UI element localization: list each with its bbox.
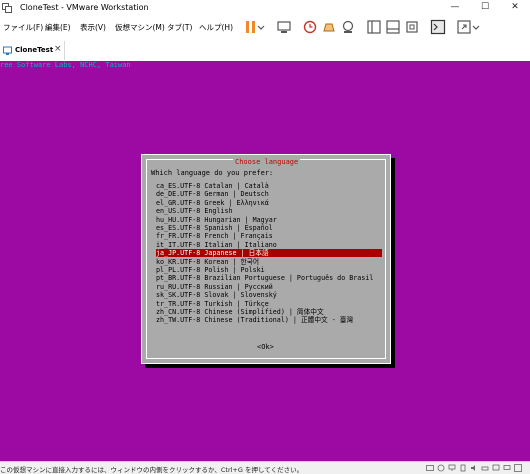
cd-drive-icon[interactable] (437, 464, 445, 472)
show-library-icon[interactable] (366, 19, 382, 35)
dialog-frame: Choose language Which language do you pr… (146, 158, 386, 359)
message-icon[interactable] (503, 464, 511, 472)
hard-disk-icon[interactable] (426, 464, 434, 472)
language-option[interactable]: es_ES.UTF-8 Spanish | Español (156, 224, 382, 232)
language-option[interactable]: ru_RU.UTF-8 Russian | Русский (156, 283, 382, 291)
language-option[interactable]: ko_KR.UTF-8 Korean | 한국어 (156, 258, 382, 266)
status-bar: この仮想マシンに直接入力するには、ウィンドウの内側をクリックするか、Ctrl+G… (0, 461, 530, 474)
language-option[interactable]: zh_TW.UTF-8 Chinese (Traditional) | 正體中文… (156, 316, 382, 324)
display-icon[interactable] (492, 464, 500, 472)
vmware-logo-icon (2, 3, 12, 13)
menu-bar: ファイル(F) 編集(E) 表示(V) 仮想マシン(M) タブ(T) ヘルプ(H… (0, 16, 530, 38)
language-option[interactable]: ca_ES.UTF-8 Catalan | Català (156, 182, 382, 190)
fullscreen-icon[interactable] (404, 19, 420, 35)
vm-icon (3, 46, 12, 55)
tab-clonetest[interactable]: CloneTest × (0, 41, 65, 60)
language-option[interactable]: fr_FR.UTF-8 French | Français (156, 232, 382, 240)
fit-guest-icon[interactable] (514, 464, 522, 472)
minimize-button[interactable]: — (440, 0, 470, 16)
tab-bar: CloneTest × (0, 40, 530, 62)
ok-button[interactable]: <Ok> (257, 343, 274, 351)
console-view-icon[interactable] (430, 19, 446, 35)
thumbnail-bar-icon[interactable] (385, 19, 401, 35)
menu-help[interactable]: ヘルプ(H) (199, 22, 233, 33)
tab-close-button[interactable]: × (54, 44, 62, 54)
tab-label: CloneTest (15, 46, 54, 54)
language-option[interactable]: hu_HU.UTF-8 Hungarian | Magyar (156, 216, 382, 224)
menu-tabs[interactable]: タブ(T) (167, 22, 192, 33)
menu-file[interactable]: ファイル(F) (3, 22, 43, 33)
maximize-button[interactable]: ☐ (470, 0, 500, 16)
printer-icon[interactable] (481, 464, 489, 472)
language-option[interactable]: pl_PL.UTF-8 Polish | Polski (156, 266, 382, 274)
language-option[interactable]: it_IT.UTF-8 Italian | Italiano (156, 241, 382, 249)
unity-icon[interactable] (456, 19, 472, 35)
language-option[interactable]: zh_CN.UTF-8 Chinese (Simplified) | 简体中文 (156, 308, 382, 316)
dialog-prompt: Which language do you prefer: (151, 169, 274, 177)
language-option[interactable]: en_US.UTF-8 English (156, 207, 382, 215)
language-option[interactable]: sk_SK.UTF-8 Slovak | Slovenský (156, 291, 382, 299)
manage-snapshots-icon[interactable] (340, 19, 356, 35)
usb-icon[interactable] (459, 464, 467, 472)
vm-header-text: ree Software Labs, NCHC, Taiwan (0, 61, 131, 69)
language-option[interactable]: pt_BR.UTF-8 Brazilian Portuguese | Portu… (156, 274, 382, 282)
close-window-button[interactable]: ✕ (500, 0, 530, 16)
menu-vm[interactable]: 仮想マシン(M) (115, 22, 165, 33)
chevron-down-icon[interactable] (472, 19, 480, 35)
language-option[interactable]: ja_JP.UTF-8 Japanese | 日本語 (156, 249, 382, 258)
menu-edit[interactable]: 編集(E) (45, 22, 71, 33)
sound-icon[interactable] (470, 464, 478, 472)
title-bar: CloneTest - VMware Workstation — ☐ ✕ (0, 0, 530, 16)
language-option[interactable]: el_GR.UTF-8 Greek | Ελληνικά (156, 199, 382, 207)
language-option[interactable]: tr_TR.UTF-8 Turkish | Türkçe (156, 300, 382, 308)
choose-language-dialog: Choose language Which language do you pr… (141, 154, 391, 364)
chevron-down-icon[interactable] (257, 19, 265, 35)
dialog-title: Choose language (233, 158, 301, 166)
language-option[interactable]: de_DE.UTF-8 German | Deutsch (156, 190, 382, 198)
snapshot-icon[interactable] (302, 19, 318, 35)
window-title: CloneTest - VMware Workstation (20, 3, 149, 12)
send-ctrl-alt-del-icon[interactable] (276, 19, 292, 35)
network-icon[interactable] (448, 464, 456, 472)
vm-console[interactable]: ree Software Labs, NCHC, Taiwan Choose l… (0, 61, 530, 461)
revert-snapshot-icon[interactable] (321, 19, 337, 35)
menu-view[interactable]: 表示(V) (80, 22, 106, 33)
